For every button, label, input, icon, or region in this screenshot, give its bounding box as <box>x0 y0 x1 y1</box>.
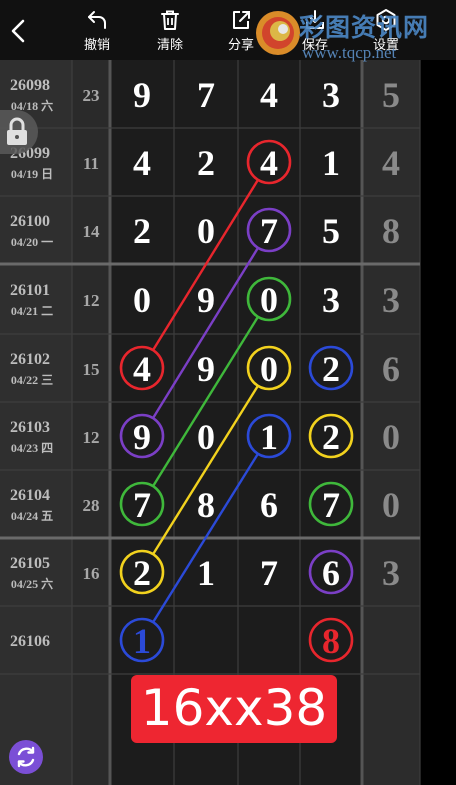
digit-cell[interactable]: 4 <box>260 143 278 183</box>
digit-cell[interactable]: 4 <box>133 143 151 183</box>
settings-label: 设置 <box>372 37 399 52</box>
digit-cell[interactable]: 9 <box>197 280 215 320</box>
digit-cell[interactable]: 7 <box>133 485 151 525</box>
share-icon <box>233 11 250 29</box>
digit-cell[interactable]: 4 <box>133 349 151 389</box>
span-value: 6 <box>382 349 400 389</box>
digit-cell[interactable]: 2 <box>197 143 215 183</box>
span-value: 3 <box>382 553 400 593</box>
issue-date: 04/22 三 <box>11 373 53 387</box>
share-button[interactable]: 分享 <box>216 6 266 56</box>
digit-cell[interactable]: 0 <box>260 280 278 320</box>
lottery-trend-board[interactable]: 2609804/18 六23 9 7 4 3 52609904/19 日11 4 2 4 1 426… <box>0 0 456 785</box>
digit-cell[interactable]: 9 <box>133 417 151 457</box>
digit-cell[interactable]: 2 <box>133 211 151 251</box>
issue-date: 04/23 四 <box>11 441 53 455</box>
span-value: 4 <box>382 143 400 183</box>
lock-icon <box>7 117 27 145</box>
issue-date: 04/21 二 <box>11 304 53 318</box>
digit-cell[interactable]: 3 <box>322 280 340 320</box>
span-value: 0 <box>382 417 400 457</box>
trash-icon <box>161 10 179 30</box>
issue-number: 26102 <box>10 351 50 368</box>
issue-number: 26098 <box>10 77 50 94</box>
digit-cell[interactable]: 1 <box>322 143 340 183</box>
digit-cell[interactable]: 2 <box>133 553 151 593</box>
span-value: 8 <box>382 211 400 251</box>
sum-value: 28 <box>83 496 100 515</box>
clear-button[interactable]: 清除 <box>145 6 195 56</box>
digit-cell[interactable]: 2 <box>322 417 340 457</box>
issue-date: 04/24 五 <box>11 509 53 523</box>
digit-cell[interactable]: 0 <box>197 211 215 251</box>
digit-cell[interactable]: 0 <box>133 280 151 320</box>
lock-button[interactable] <box>0 110 38 154</box>
digit-cell[interactable]: 7 <box>322 485 340 525</box>
refresh-button[interactable] <box>9 740 43 774</box>
undo-icon <box>88 11 106 29</box>
digit-cell[interactable]: 1 <box>260 417 278 457</box>
digit-cell[interactable]: 1 <box>197 553 215 593</box>
digit-cell[interactable]: 6 <box>322 553 340 593</box>
issue-date: 04/20 一 <box>11 235 53 249</box>
issue-number: 26100 <box>10 213 50 230</box>
download-icon <box>306 10 324 29</box>
chevron-left-icon <box>11 19 25 43</box>
digit-cell[interactable]: 8 <box>322 621 340 661</box>
digit-cell[interactable]: 7 <box>260 211 278 251</box>
span-value: 0 <box>382 485 400 525</box>
issue-number: 26104 <box>10 487 50 504</box>
digit-cell[interactable]: 4 <box>260 75 278 115</box>
digit-cell[interactable]: 2 <box>322 349 340 389</box>
sum-value: 15 <box>83 360 100 379</box>
sum-value: 11 <box>83 154 99 173</box>
digit-cell[interactable]: 7 <box>260 553 278 593</box>
issue-number: 26105 <box>10 555 50 572</box>
issue-number: 26101 <box>10 282 50 299</box>
issue-number: 26103 <box>10 419 50 436</box>
share-label: 分享 <box>227 37 254 52</box>
digit-cell[interactable]: 5 <box>322 211 340 251</box>
digit-cell[interactable]: 8 <box>197 485 215 525</box>
right-edge-bg <box>420 0 456 785</box>
digit-cell[interactable]: 1 <box>133 621 151 661</box>
digit-cell[interactable]: 7 <box>197 75 215 115</box>
digit-cell[interactable]: 9 <box>133 75 151 115</box>
issue-date: 04/19 日 <box>11 167 53 181</box>
span-value: 3 <box>382 280 400 320</box>
sum-value: 12 <box>83 291 100 310</box>
clear-label: 清除 <box>156 37 183 52</box>
back-button[interactable] <box>5 16 31 46</box>
undo-label: 撤销 <box>83 37 110 52</box>
save-button[interactable]: 保存 <box>290 6 340 56</box>
refresh-icon <box>17 746 35 768</box>
digit-cell[interactable]: 0 <box>260 349 278 389</box>
digit-cell[interactable]: 0 <box>197 417 215 457</box>
span-value: 5 <box>382 75 400 115</box>
digit-cell[interactable]: 9 <box>197 349 215 389</box>
undo-button[interactable]: 撤销 <box>72 6 122 56</box>
issue-number: 26106 <box>10 633 50 650</box>
prediction-badge: 16xx38 <box>131 675 337 743</box>
settings-button[interactable]: 设置 <box>361 6 411 56</box>
save-label: 保存 <box>301 37 328 52</box>
digit-cell[interactable]: 6 <box>260 485 278 525</box>
digit-cell[interactable]: 3 <box>322 75 340 115</box>
settings-hexagon-icon <box>376 9 396 31</box>
toolbar: 撤销 清除 分享 保存 设置 <box>0 0 456 60</box>
sum-value: 23 <box>83 86 100 105</box>
sum-value: 16 <box>83 564 100 583</box>
issue-date: 04/25 六 <box>11 576 53 591</box>
sum-value: 14 <box>83 222 101 241</box>
sum-value: 12 <box>83 428 100 447</box>
